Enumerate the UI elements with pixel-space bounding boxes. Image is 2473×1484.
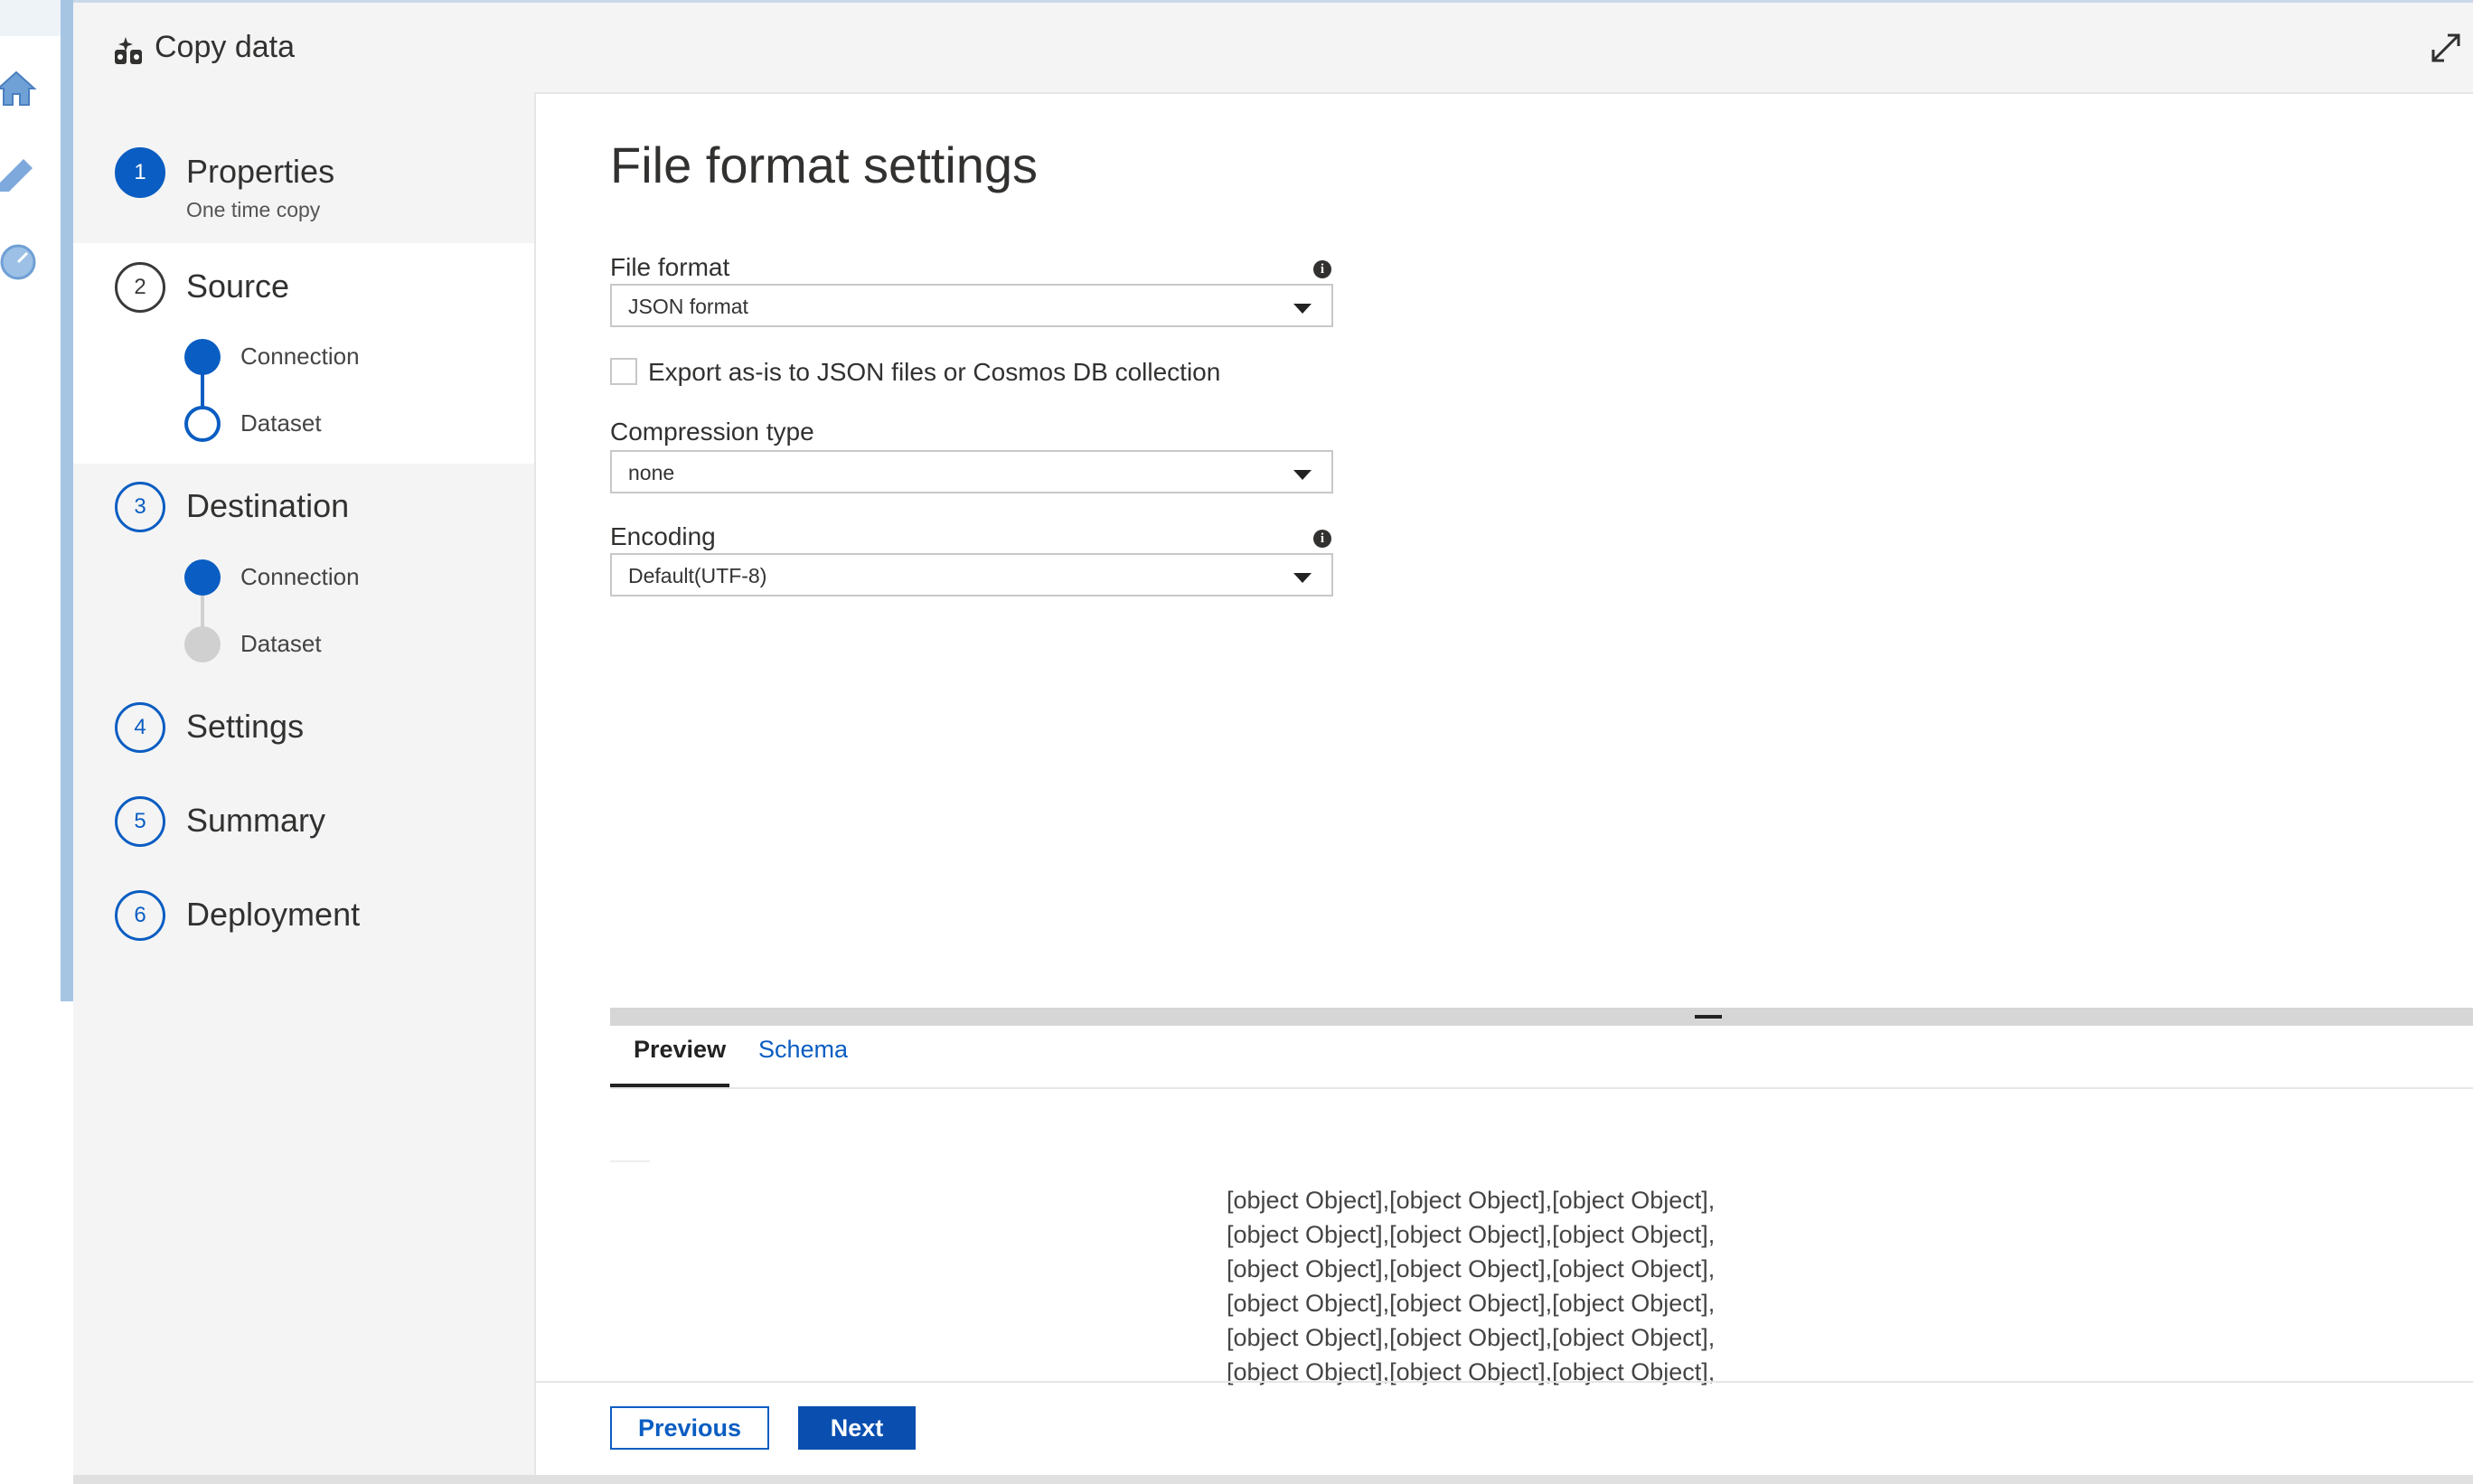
previous-button[interactable]: Previous <box>610 1406 769 1450</box>
step-subtitle: One time copy <box>186 198 321 221</box>
substep-label[interactable]: Dataset <box>240 630 322 658</box>
step-number: 5 <box>115 796 165 847</box>
compression-type-label: Compression type <box>610 418 814 446</box>
tab-schema[interactable]: Schema <box>758 1036 848 1064</box>
step-title: Deployment <box>186 896 361 933</box>
page-title: File format settings <box>610 136 1039 193</box>
export-as-is-label[interactable]: Export as-is to JSON files or Cosmos DB … <box>648 358 1220 387</box>
preview-line: [object Object],[object Object],[object … <box>1227 1324 1716 1351</box>
copy-data-icon <box>115 37 142 64</box>
app-rail <box>0 0 73 1484</box>
encoding-label: Encoding <box>610 522 716 550</box>
compression-type-select[interactable]: none <box>610 450 1333 493</box>
pane-splitter[interactable] <box>610 1008 2473 1026</box>
step-number: 2 <box>115 262 165 313</box>
expand-icon[interactable] <box>2428 30 2464 66</box>
copy-data-wizard: Copy data 1 Properties One time copy 2 S… <box>73 0 2473 1484</box>
bottom-edge <box>73 1475 2473 1484</box>
preview-line: [object Object],[object Object],[object … <box>1227 1187 1716 1214</box>
export-as-is-checkbox[interactable] <box>610 358 637 385</box>
file-format-label: File format <box>610 253 730 281</box>
info-icon[interactable]: i <box>1313 530 1331 548</box>
compression-type-value: none <box>628 461 675 484</box>
substep-label[interactable]: Dataset <box>240 409 322 437</box>
substep-dot-pending <box>184 626 221 662</box>
pencil-icon[interactable] <box>0 152 40 192</box>
tab-preview[interactable]: Preview <box>634 1036 726 1064</box>
chevron-down-icon <box>1293 573 1312 583</box>
step-title: Destination <box>186 487 350 524</box>
file-format-select[interactable]: JSON format <box>610 284 1333 327</box>
substep-label[interactable]: Connection <box>240 563 360 591</box>
step-title: Properties <box>186 153 335 190</box>
preview-divider <box>610 1160 650 1162</box>
substep-label[interactable]: Connection <box>240 343 360 371</box>
next-button[interactable]: Next <box>798 1406 916 1450</box>
step-number: 1 <box>115 147 165 198</box>
step-number: 3 <box>115 482 165 532</box>
tab-divider <box>610 1087 2473 1089</box>
wizard-steps: 1 Properties One time copy 2 Source Conn… <box>73 93 534 1484</box>
rail-scrollbar[interactable] <box>61 0 73 1001</box>
substep-dot-complete <box>184 339 221 375</box>
step-title: Summary <box>186 802 326 839</box>
step-number: 4 <box>115 702 165 753</box>
chevron-down-icon <box>1293 470 1312 480</box>
substep-dot-current <box>184 406 221 442</box>
encoding-select[interactable]: Default(UTF-8) <box>610 553 1333 596</box>
wizard-header: Copy data <box>73 3 2473 93</box>
preview-line: [object Object],[object Object],[object … <box>1227 1290 1716 1317</box>
wizard-title: Copy data <box>155 30 295 64</box>
main-panel: File format settings File format i JSON … <box>534 92 2473 1475</box>
rail-top <box>0 0 61 36</box>
splitter-grip[interactable] <box>1695 1015 1722 1019</box>
monitor-icon[interactable] <box>0 242 40 282</box>
info-icon[interactable]: i <box>1313 260 1331 278</box>
preview-line: [object Object],[object Object],[object … <box>1227 1255 1716 1282</box>
footer-divider <box>536 1381 2473 1383</box>
chevron-down-icon <box>1293 304 1312 314</box>
step-number: 6 <box>115 890 165 941</box>
step-title: Settings <box>186 708 305 745</box>
file-format-value: JSON format <box>628 295 748 318</box>
step-title: Source <box>186 268 290 305</box>
preview-content: [object Object],[object Object],[object … <box>1227 1183 1805 1385</box>
home-icon[interactable] <box>0 69 40 108</box>
preview-line: [object Object],[object Object],[object … <box>1227 1221 1716 1248</box>
encoding-value: Default(UTF-8) <box>628 564 767 587</box>
substep-dot-complete <box>184 559 221 596</box>
